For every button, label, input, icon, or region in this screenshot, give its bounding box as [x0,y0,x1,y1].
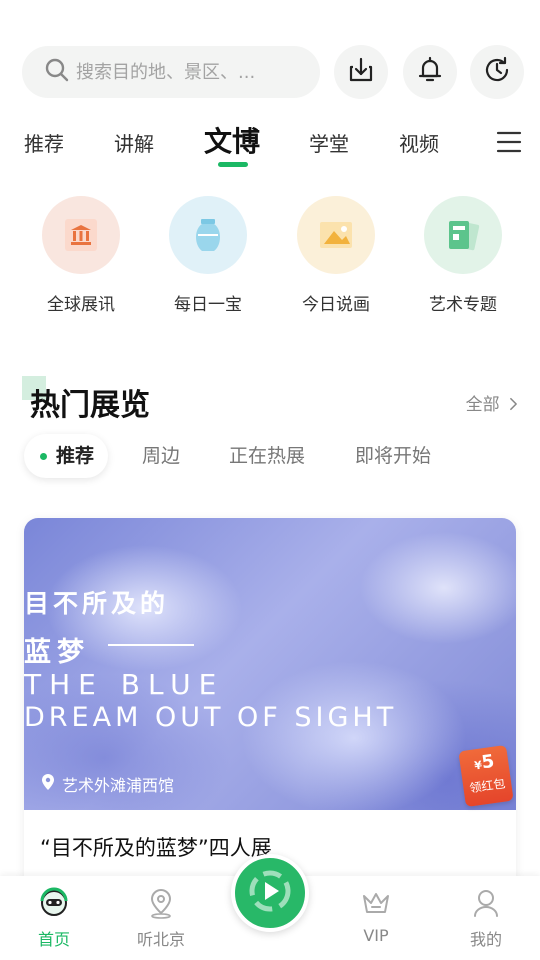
download-icon [345,54,377,90]
vase-icon [169,196,247,274]
tab-video[interactable]: 视频 [399,128,439,157]
category-today-painting[interactable]: 今日说画 [281,196,391,315]
nav-home[interactable]: 首页 [14,886,94,950]
tab-culture[interactable]: 文博 [204,120,260,160]
poster-text: 目不所及的 [24,589,170,618]
nav-label: VIP [363,926,389,945]
cards-icon [424,196,502,274]
history-button[interactable] [470,45,524,99]
category-label: 每日一宝 [174,295,242,315]
active-tab-indicator [218,162,248,167]
tab-academy[interactable]: 学堂 [309,128,349,157]
poster-text: DREAM OUT OF SIGHT [24,702,398,733]
history-icon [481,54,513,90]
museum-icon [42,196,120,274]
red-packet-badge[interactable]: ¥5 领红包 [458,744,514,808]
play-icon [245,866,295,920]
painting-icon [297,196,375,274]
exhibition-poster: 目不所及的 蓝梦 THE BLUE DREAM OUT OF SIGHT 艺术外… [24,518,516,810]
see-all-label: 全部 [465,395,500,415]
see-all-link[interactable]: 全部 [466,390,518,415]
bell-icon [414,54,446,90]
nav-listen-beijing[interactable]: 听北京 [121,886,201,950]
venue-location: 艺术外滩浦西馆 [40,772,174,796]
notification-button[interactable] [403,45,457,99]
crown-icon [336,886,416,920]
category-art-topics[interactable]: 艺术专题 [408,196,518,315]
venue-name: 艺术外滩浦西馆 [62,776,175,795]
bottom-nav: 首页 听北京 VIP 我的 [0,854,540,960]
poster-text: THE BLUE [24,668,225,701]
category-global-exhibitions[interactable]: 全球展讯 [26,196,136,315]
download-button[interactable] [334,45,388,99]
nav-label: 首页 [37,930,70,949]
top-bar [22,44,524,100]
category-label: 今日说画 [302,295,370,315]
red-packet-amount: 5 [480,750,496,774]
nav-label: 听北京 [136,930,185,949]
search-bar[interactable] [22,46,320,98]
home-mascot-icon [14,886,94,920]
location-pin-icon [40,773,62,795]
nav-profile[interactable]: 我的 [446,886,526,950]
exhibition-card[interactable]: 目不所及的 蓝梦 THE BLUE DREAM OUT OF SIGHT 艺术外… [24,518,516,898]
chevron-right-icon [505,395,518,415]
filter-ongoing[interactable]: 正在热展 [229,434,305,478]
filter-upcoming[interactable]: 即将开始 [355,434,431,478]
tab-guide[interactable]: 讲解 [114,128,154,157]
menu-icon[interactable] [496,130,522,154]
filter-nearby[interactable]: 周边 [142,434,180,478]
search-input[interactable] [76,61,296,83]
category-label: 全球展讯 [47,295,115,315]
category-label: 艺术专题 [429,295,497,315]
filter-recommend[interactable]: 推荐 [24,434,109,478]
tab-recommend[interactable]: 推荐 [24,128,64,157]
category-tabs: 推荐 讲解 文博 学堂 视频 [24,118,524,170]
audio-player-button[interactable] [231,854,309,932]
category-daily-treasure[interactable]: 每日一宝 [153,196,263,315]
section-title: 热门展览 [30,388,150,423]
nav-label: 我的 [469,930,502,949]
search-icon [44,57,70,87]
category-shortcuts: 全球展讯 每日一宝 今日说画 艺术专题 [0,196,540,326]
poster-text: 蓝梦 [24,637,90,668]
exhibition-filters: 推荐 周边 正在热展 即将开始 [24,434,524,478]
red-packet-label: 领红包 [468,776,507,796]
nav-vip[interactable]: VIP [336,886,416,945]
poster-divider [108,644,194,646]
location-icon [121,886,201,920]
user-icon [446,886,526,920]
exhibition-title: “目不所及的蓝梦”四人展 [40,836,272,860]
